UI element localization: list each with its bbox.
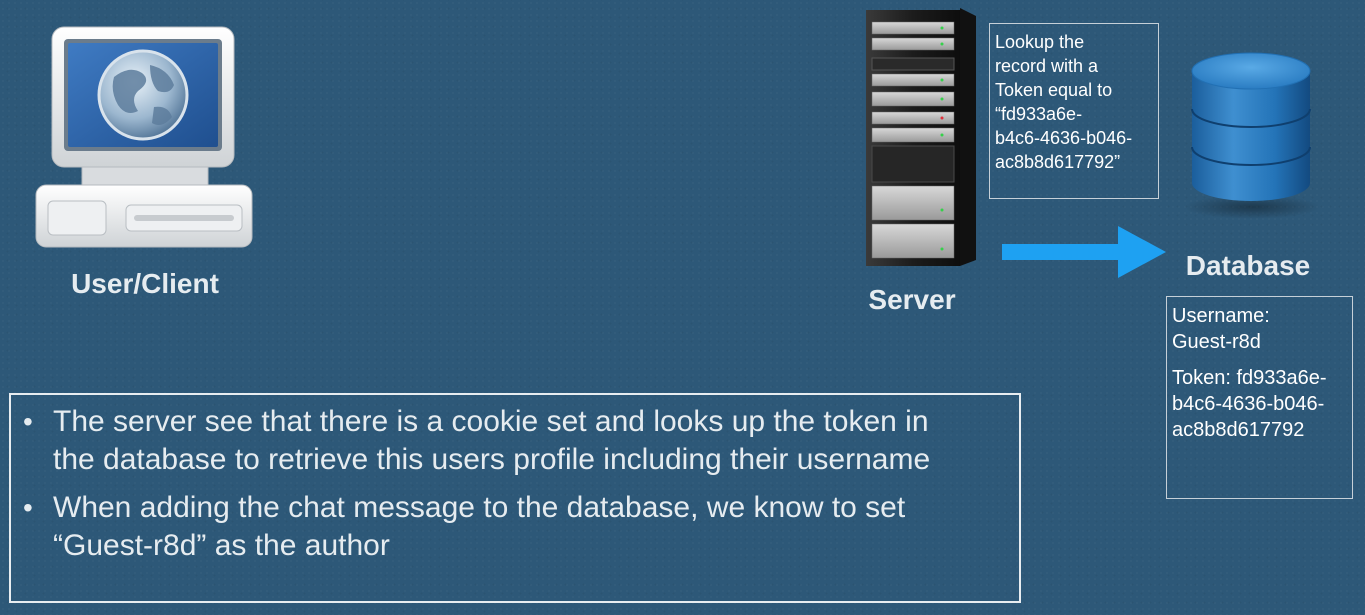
explanation-box: • The server see that there is a cookie … xyxy=(9,393,1021,603)
client-label: User/Client xyxy=(71,268,219,299)
bullet-dot-icon: • xyxy=(23,406,33,437)
lookup-line: “fd933a6e- xyxy=(995,104,1083,124)
lookup-line: record with a xyxy=(995,56,1099,76)
bullet-line: “Guest-r8d” as the author xyxy=(53,529,390,562)
database-record: Username: Guest-r8d Token: fd933a6e- b4c… xyxy=(1166,296,1353,499)
record-token-line: b4c6-4636-b046- xyxy=(1172,393,1325,415)
lookup-line: ac8b8d617792” xyxy=(995,152,1121,172)
server-label: Server xyxy=(868,284,956,315)
lookup-note: Lookup the record with a Token equal to … xyxy=(989,23,1159,199)
record-token-line: ac8b8d617792 xyxy=(1172,419,1305,441)
server-rack-icon xyxy=(866,8,976,266)
record-username-line: Guest-r8d xyxy=(1172,331,1261,353)
bullet-line: the database to retrieve this users prof… xyxy=(53,443,931,476)
bullet-line: The server see that there is a cookie se… xyxy=(53,405,929,438)
computer-globe-icon xyxy=(35,26,253,248)
record-token-line: Token: fd933a6e- xyxy=(1172,367,1327,389)
bullet-item: • When adding the chat message to the da… xyxy=(11,489,1019,565)
database-cylinder-icon xyxy=(1184,52,1320,219)
record-token: Token: fd933a6e- b4c6-4636-b046- ac8b8d6… xyxy=(1172,365,1347,443)
bullet-item: • The server see that there is a cookie … xyxy=(11,403,1019,479)
database-label: Database xyxy=(1185,250,1311,281)
lookup-line: Token equal to xyxy=(995,80,1113,100)
lookup-line: b4c6-4636-b046- xyxy=(995,128,1133,148)
record-username: Username: Guest-r8d xyxy=(1172,303,1347,355)
lookup-line: Lookup the xyxy=(995,32,1085,52)
right-arrow-icon xyxy=(1002,226,1166,278)
record-username-line: Username: xyxy=(1172,305,1270,327)
bullet-line: When adding the chat message to the data… xyxy=(53,491,906,524)
bullet-dot-icon: • xyxy=(23,492,33,523)
